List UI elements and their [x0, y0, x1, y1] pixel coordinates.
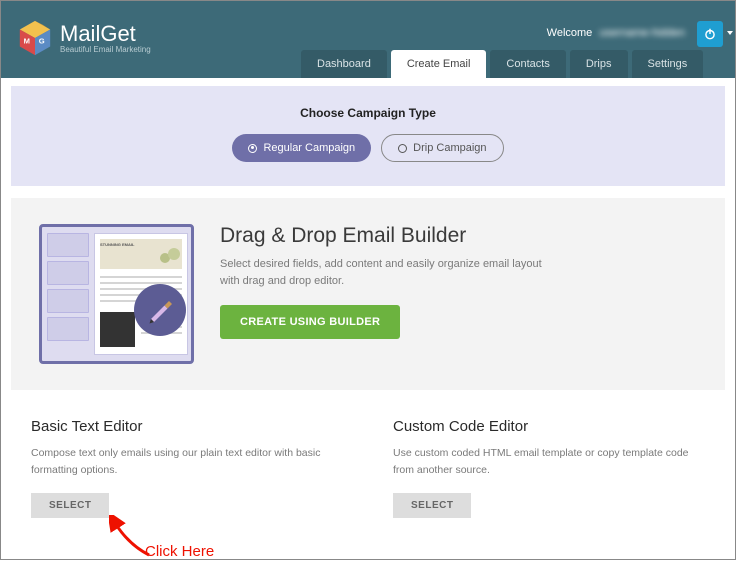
- builder-title: Drag & Drop Email Builder: [220, 224, 550, 248]
- power-icon: [703, 27, 717, 41]
- brand-tagline: Beautiful Email Marketing: [60, 45, 151, 54]
- brush-icon: [134, 284, 186, 336]
- regular-campaign-option[interactable]: Regular Campaign: [232, 134, 371, 162]
- svg-text:G: G: [39, 37, 45, 46]
- editors-row: Basic Text Editor Compose text only emai…: [11, 418, 725, 518]
- builder-panel: STUNNING EMAIL Drag & Drop Email Builder…: [11, 198, 725, 390]
- drip-campaign-option[interactable]: Drip Campaign: [381, 134, 503, 162]
- builder-illustration: STUNNING EMAIL: [39, 224, 194, 364]
- brand-logo[interactable]: M G MailGet Beautiful Email Marketing: [16, 19, 151, 57]
- svg-text:M: M: [24, 37, 30, 46]
- tab-drips[interactable]: Drips: [570, 50, 628, 78]
- custom-editor-desc: Use custom coded HTML email template or …: [393, 445, 705, 479]
- tab-settings[interactable]: Settings: [632, 50, 704, 78]
- campaign-heading: Choose Campaign Type: [11, 106, 725, 120]
- username: username-hidden: [599, 27, 685, 39]
- welcome-text: Welcome username-hidden: [547, 27, 685, 39]
- create-using-builder-button[interactable]: CREATE USING BUILDER: [220, 305, 400, 339]
- annotation-text: Click Here: [145, 543, 214, 560]
- dropdown-caret-icon[interactable]: [727, 31, 733, 35]
- tab-contacts[interactable]: Contacts: [490, 50, 565, 78]
- builder-desc: Select desired fields, add content and e…: [220, 256, 550, 289]
- brand-name: MailGet: [60, 23, 151, 45]
- custom-select-button[interactable]: SELECT: [393, 493, 471, 518]
- annotation-overlay: Click Here: [109, 519, 239, 561]
- radio-selected-icon: [248, 144, 257, 153]
- tab-dashboard[interactable]: Dashboard: [301, 50, 387, 78]
- custom-editor-title: Custom Code Editor: [393, 418, 705, 435]
- tab-create-email[interactable]: Create Email: [391, 50, 487, 78]
- logo-cube-icon: M G: [16, 19, 54, 57]
- arrow-icon: [109, 515, 159, 561]
- main-nav-tabs: Dashboard Create Email Contacts Drips Se…: [301, 50, 703, 78]
- drip-campaign-label: Drip Campaign: [413, 142, 486, 154]
- radio-unselected-icon: [398, 144, 407, 153]
- power-button[interactable]: [697, 21, 723, 47]
- custom-code-editor-block: Custom Code Editor Use custom coded HTML…: [393, 418, 705, 518]
- regular-campaign-label: Regular Campaign: [263, 142, 355, 154]
- basic-editor-desc: Compose text only emails using our plain…: [31, 445, 343, 479]
- basic-text-editor-block: Basic Text Editor Compose text only emai…: [31, 418, 343, 518]
- basic-select-button[interactable]: SELECT: [31, 493, 109, 518]
- app-header: M G MailGet Beautiful Email Marketing We…: [1, 1, 735, 78]
- campaign-type-panel: Choose Campaign Type Regular Campaign Dr…: [11, 86, 725, 186]
- basic-editor-title: Basic Text Editor: [31, 418, 343, 435]
